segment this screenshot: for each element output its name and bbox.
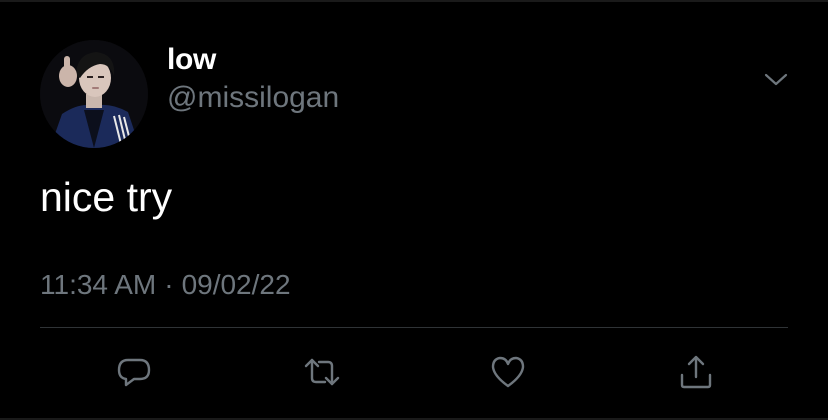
share-button[interactable] [672, 348, 720, 396]
reply-button[interactable] [110, 348, 158, 396]
like-button[interactable] [484, 348, 532, 396]
heart-icon [491, 356, 525, 388]
tweet-timestamp[interactable]: 11:34 AM · 09/02/22 [40, 268, 291, 302]
top-border [0, 0, 828, 2]
avatar-photo [40, 40, 148, 148]
tweet-text: nice try [40, 174, 173, 220]
meta-separator: · [164, 269, 174, 300]
chevron-down-icon[interactable] [760, 64, 792, 96]
tweet-time: 11:34 AM [40, 269, 157, 300]
divider [40, 327, 788, 328]
share-icon [680, 355, 712, 389]
tweet-date: 09/02/22 [181, 269, 291, 300]
speech-bubble-icon [117, 358, 151, 387]
avatar[interactable] [40, 40, 148, 148]
author-handle[interactable]: @missilogan [167, 80, 339, 116]
retweet-button[interactable] [298, 348, 346, 396]
retweet-icon [304, 358, 340, 386]
author-display-name[interactable]: low [167, 42, 216, 78]
action-bar [0, 348, 828, 396]
